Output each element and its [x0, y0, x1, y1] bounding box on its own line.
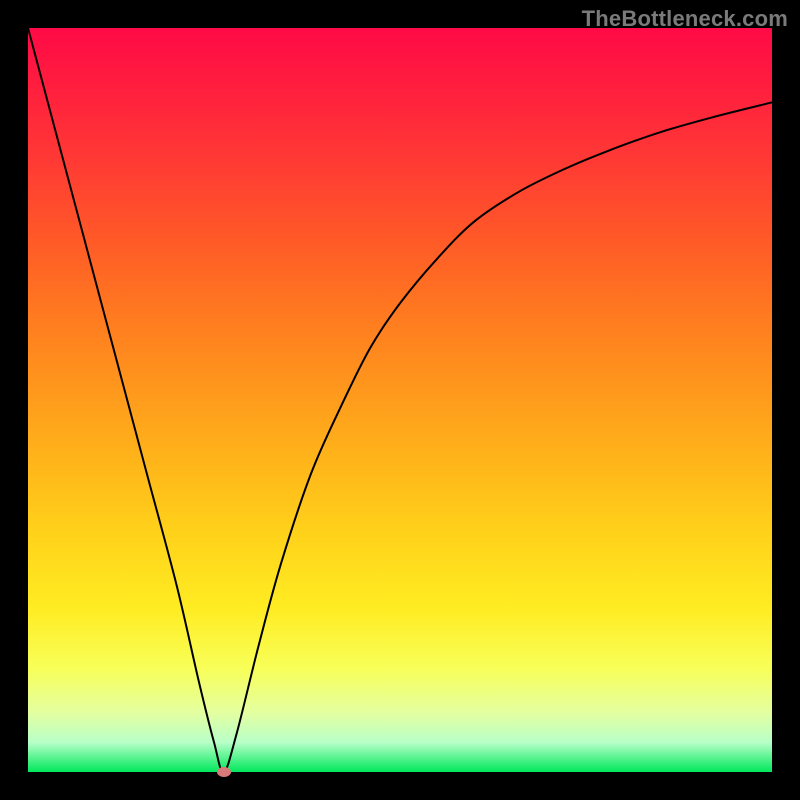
optimal-point-marker: [217, 767, 231, 777]
bottleneck-curve: [28, 28, 772, 772]
chart-container: TheBottleneck.com: [0, 0, 800, 800]
watermark-text: TheBottleneck.com: [582, 6, 788, 32]
curve-layer: [28, 28, 772, 772]
